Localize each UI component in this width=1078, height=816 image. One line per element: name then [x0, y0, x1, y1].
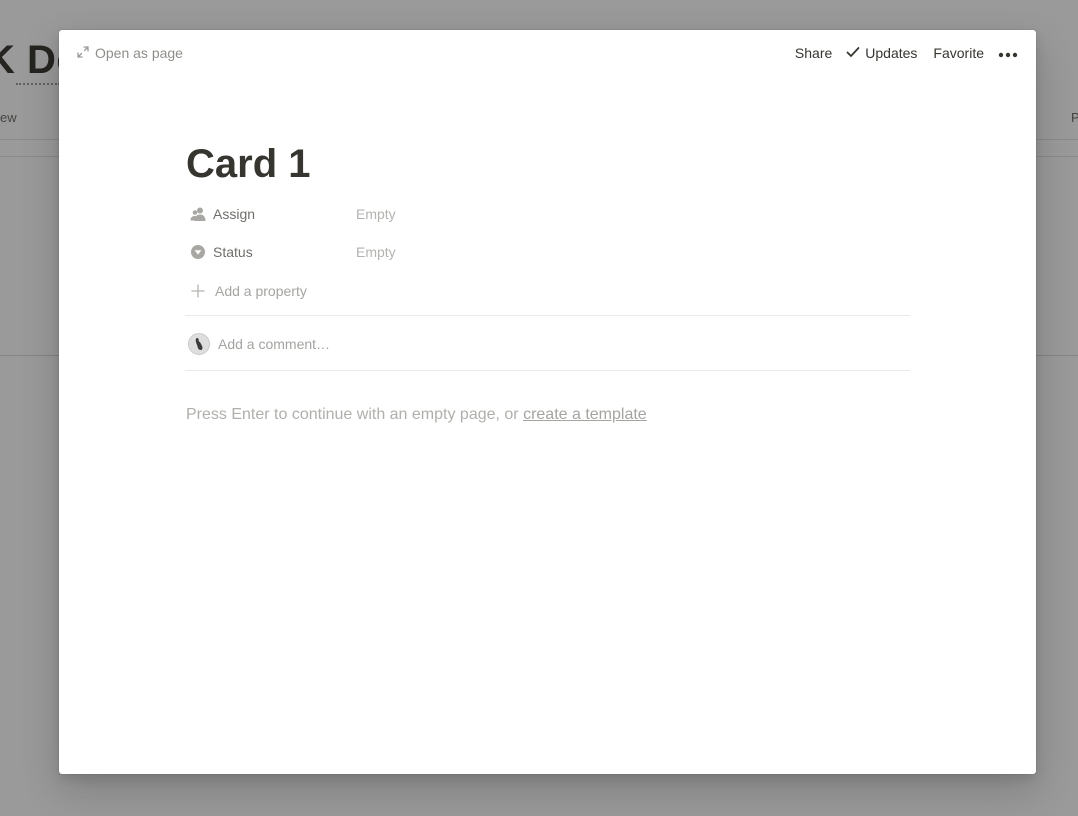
property-name-assign[interactable]: Assign: [186, 200, 356, 228]
checkmark-icon: [846, 45, 860, 61]
comment-row: [188, 332, 818, 356]
add-property-button[interactable]: Add a property: [186, 277, 307, 305]
empty-page-hint: Press Enter to continue with an empty pa…: [186, 406, 647, 424]
card-modal: Open as page Share Updates Favorite Card…: [59, 30, 1036, 774]
hint-text: Press Enter to continue with an empty pa…: [186, 406, 524, 423]
add-property-label: Add a property: [215, 283, 307, 299]
property-name-status[interactable]: Status: [186, 238, 356, 266]
comment-input[interactable]: [218, 336, 818, 352]
divider: [185, 370, 910, 371]
updates-label: Updates: [865, 45, 918, 61]
more-options-button[interactable]: [998, 47, 1018, 59]
select-icon: [190, 244, 206, 260]
create-template-link[interactable]: create a template: [523, 406, 647, 423]
modal-toolbar: Share Updates Favorite: [795, 43, 1018, 63]
ellipsis-icon: [998, 45, 1018, 61]
favorite-button[interactable]: Favorite: [933, 45, 984, 61]
property-row-status: Status Empty: [186, 238, 586, 266]
property-label: Status: [213, 244, 253, 260]
divider: [185, 315, 910, 316]
person-icon: [190, 206, 206, 222]
page-title[interactable]: Card 1: [186, 138, 311, 190]
property-value-assign[interactable]: Empty: [356, 206, 396, 222]
avatar: [188, 333, 210, 355]
property-label: Assign: [213, 206, 256, 222]
property-value-status[interactable]: Empty: [356, 244, 396, 260]
open-as-page-label: Open as page: [95, 45, 183, 61]
plus-icon: [190, 283, 206, 299]
updates-button[interactable]: Updates: [846, 45, 917, 61]
property-row-assign: Assign Empty: [186, 200, 586, 228]
open-as-page-button[interactable]: Open as page: [77, 44, 183, 62]
share-button[interactable]: Share: [795, 45, 832, 61]
expand-arrows-icon: [77, 45, 89, 61]
